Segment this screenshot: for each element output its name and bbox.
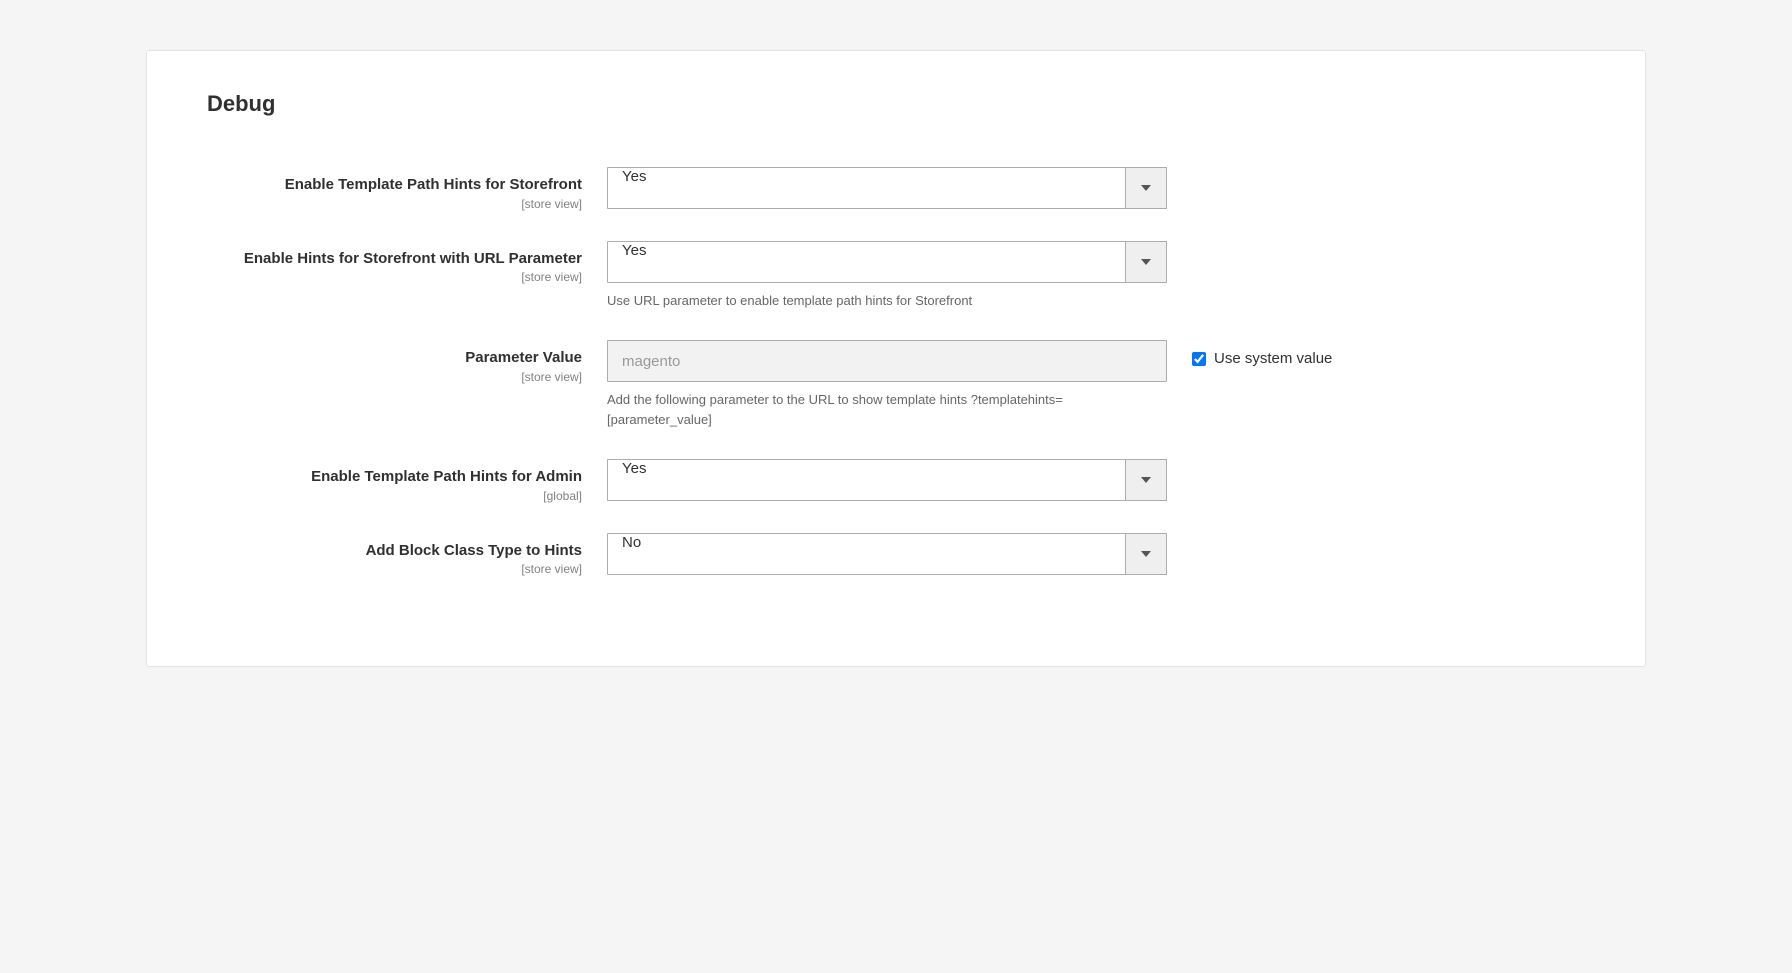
label-storefront-hints: Enable Template Path Hints for Storefron… — [207, 167, 607, 211]
scope-text: [global] — [207, 489, 582, 503]
row-admin-hints: Enable Template Path Hints for Admin [gl… — [207, 459, 1585, 503]
select-block-class-hints[interactable]: No — [607, 533, 1167, 575]
hint-url-parameter: Use URL parameter to enable template pat… — [607, 291, 1167, 311]
label-parameter-value: Parameter Value [store view] — [207, 340, 607, 384]
row-block-class-hints: Add Block Class Type to Hints [store vie… — [207, 533, 1585, 577]
checkbox-use-system-value[interactable] — [1192, 352, 1206, 366]
debug-settings-panel: Debug Enable Template Path Hints for Sto… — [146, 50, 1646, 667]
input-parameter-value[interactable] — [607, 340, 1167, 382]
scope-text: [store view] — [207, 562, 582, 576]
row-storefront-hints: Enable Template Path Hints for Storefron… — [207, 167, 1585, 211]
label-admin-hints: Enable Template Path Hints for Admin [gl… — [207, 459, 607, 503]
label-text: Enable Template Path Hints for Storefron… — [207, 175, 582, 195]
label-use-system-value[interactable]: Use system value — [1214, 350, 1332, 367]
label-url-parameter-hints: Enable Hints for Storefront with URL Par… — [207, 241, 607, 285]
select-admin-hints[interactable]: Yes — [607, 459, 1167, 501]
label-text: Enable Hints for Storefront with URL Par… — [207, 249, 582, 269]
select-storefront-hints[interactable]: Yes — [607, 167, 1167, 209]
label-text: Enable Template Path Hints for Admin — [207, 467, 582, 487]
scope-text: [store view] — [207, 270, 582, 284]
section-title: Debug — [207, 91, 1585, 117]
row-parameter-value: Parameter Value [store view] Add the fol… — [207, 340, 1585, 429]
label-text: Add Block Class Type to Hints — [207, 541, 582, 561]
scope-text: [store view] — [207, 370, 582, 384]
scope-text: [store view] — [207, 197, 582, 211]
hint-parameter-value: Add the following parameter to the URL t… — [607, 390, 1167, 429]
label-text: Parameter Value — [207, 348, 582, 368]
label-block-class-hints: Add Block Class Type to Hints [store vie… — [207, 533, 607, 577]
select-url-parameter-hints[interactable]: Yes — [607, 241, 1167, 283]
row-url-parameter-hints: Enable Hints for Storefront with URL Par… — [207, 241, 1585, 311]
